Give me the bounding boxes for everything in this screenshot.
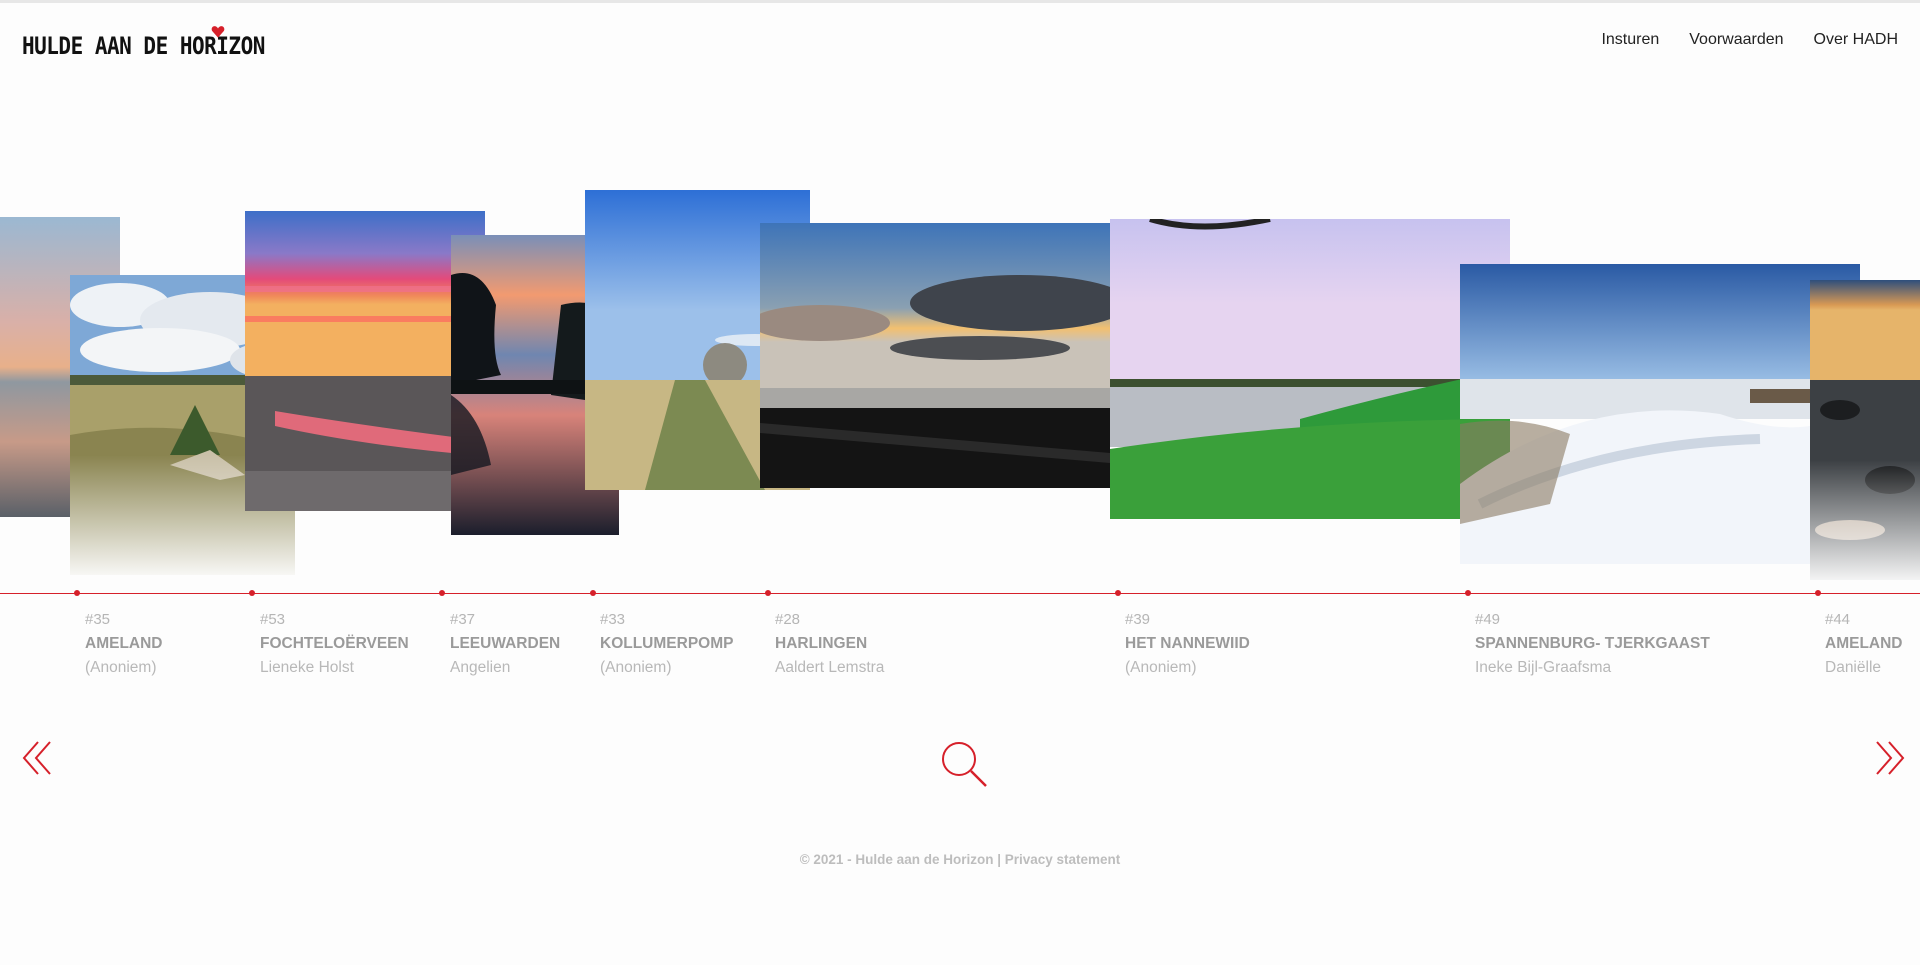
entry-number: #35 xyxy=(85,611,111,628)
photo-39-het-nannewiid[interactable] xyxy=(1110,219,1510,519)
entry-number: #49 xyxy=(1475,611,1501,628)
entry-author: Ineke Bijl-Graafsma xyxy=(1475,659,1612,676)
caption-39[interactable]: #39 HET NANNEWIID (Anoniem) xyxy=(1125,608,1250,680)
caption-33[interactable]: #33 KOLLUMERPOMP (Anoniem) xyxy=(600,608,733,680)
copyright-text: © 2021 - Hulde aan de Horizon | xyxy=(799,852,1005,867)
privacy-link[interactable]: Privacy statement xyxy=(1005,852,1121,867)
entry-number: #53 xyxy=(260,611,286,628)
photo-28-harlingen[interactable] xyxy=(760,223,1110,488)
double-chevron-left-icon xyxy=(22,741,51,775)
search-icon xyxy=(942,742,987,787)
entry-author: Daniëlle xyxy=(1825,659,1882,676)
entry-author: (Anoniem) xyxy=(600,659,672,676)
double-chevron-right-icon xyxy=(1876,741,1905,775)
next-button[interactable] xyxy=(1873,740,1905,776)
previous-button[interactable] xyxy=(22,740,54,776)
entry-author: (Anoniem) xyxy=(85,659,157,676)
caption-28[interactable]: #28 HARLINGEN Aaldert Lemstra xyxy=(775,608,884,680)
caption-49[interactable]: #49 SPANNENBURG- TJERKGAAST Ineke Bijl-G… xyxy=(1475,608,1710,680)
photo-gallery xyxy=(0,0,1920,965)
entry-place: FOCHTELOËRVEEN xyxy=(260,635,409,652)
entry-author: Aaldert Lemstra xyxy=(775,659,885,676)
footer: © 2021 - Hulde aan de Horizon | Privacy … xyxy=(0,852,1920,867)
timeline-line xyxy=(0,593,1920,594)
entry-place: HARLINGEN xyxy=(775,635,868,652)
entry-place: HET NANNEWIID xyxy=(1125,635,1250,652)
caption-44[interactable]: #44 AMELAND Daniëlle xyxy=(1825,608,1903,680)
entry-author: Angelien xyxy=(450,659,511,676)
timeline-dot[interactable] xyxy=(1465,590,1471,596)
entry-place: LEEUWARDEN xyxy=(450,635,561,652)
photo-44-ameland[interactable] xyxy=(1810,280,1920,580)
entry-place: AMELAND xyxy=(85,635,163,652)
timeline-dot[interactable] xyxy=(249,590,255,596)
entry-place: SPANNENBURG- TJERKGAAST xyxy=(1475,635,1710,652)
entry-number: #39 xyxy=(1125,611,1151,628)
entry-place: AMELAND xyxy=(1825,635,1903,652)
timeline-dot[interactable] xyxy=(590,590,596,596)
entry-number: #37 xyxy=(450,611,476,628)
photo-49-spannenburg[interactable] xyxy=(1460,264,1860,564)
photo-53-fochteloerveen[interactable] xyxy=(245,211,485,511)
search-button[interactable] xyxy=(940,740,988,788)
caption-37[interactable]: #37 LEEUWARDEN Angelien xyxy=(450,608,560,680)
caption-53[interactable]: #53 FOCHTELOËRVEEN Lieneke Holst xyxy=(260,608,409,680)
timeline-dot[interactable] xyxy=(439,590,445,596)
caption-35[interactable]: #35 AMELAND (Anoniem) xyxy=(85,608,163,680)
timeline-dot[interactable] xyxy=(74,590,80,596)
timeline-dot[interactable] xyxy=(1115,590,1121,596)
entry-number: #28 xyxy=(775,611,801,628)
entry-number: #33 xyxy=(600,611,626,628)
entry-place: KOLLUMERPOMP xyxy=(600,635,734,652)
timeline-dot[interactable] xyxy=(765,590,771,596)
entry-number: #44 xyxy=(1825,611,1851,628)
entry-author: (Anoniem) xyxy=(1125,659,1197,676)
timeline-dot[interactable] xyxy=(1815,590,1821,596)
entry-author: Lieneke Holst xyxy=(260,659,354,676)
